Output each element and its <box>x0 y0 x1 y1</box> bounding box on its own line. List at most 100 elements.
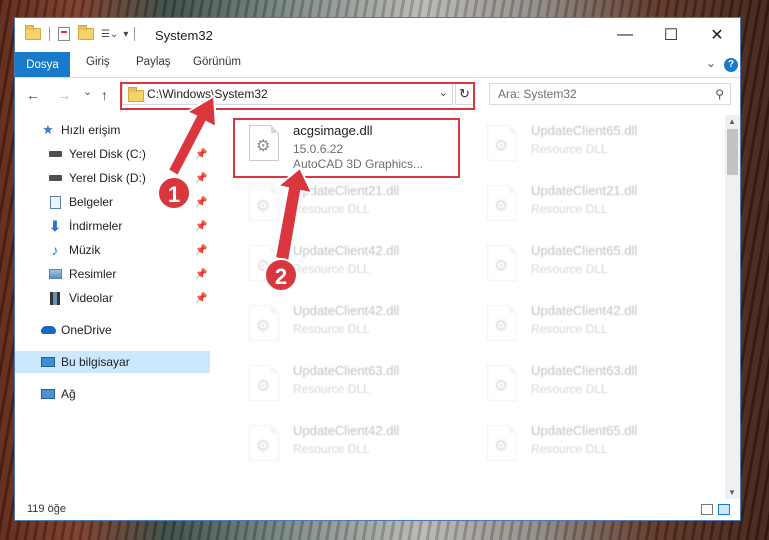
sidebar-item-videos[interactable]: Videolar 📌 <box>15 287 210 309</box>
ribbon-tabs: Dosya Giriş Paylaş Görünüm ⌄ ? <box>15 52 740 78</box>
tab-home[interactable]: Giriş <box>86 56 110 68</box>
gear-icon: ⚙ <box>494 138 509 155</box>
file-description: Resource DLL <box>531 382 608 396</box>
properties-icon[interactable] <box>58 27 70 41</box>
file-item[interactable]: ⚙ UpdateClient42.dll Resource DLL <box>473 297 708 349</box>
large-icons-view-icon[interactable] <box>718 504 730 515</box>
recent-locations-button[interactable]: ⌄ <box>83 85 92 98</box>
file-name: UpdateClient42.dll <box>293 423 400 438</box>
help-icon[interactable]: ? <box>724 58 738 72</box>
item-count: 119 öğe <box>27 503 66 515</box>
file-item[interactable]: ⚙ UpdateClient42.dll Resource DLL <box>235 417 470 469</box>
tab-share[interactable]: Paylaş <box>136 56 171 68</box>
sidebar-item-label: Yerel Disk (C:) <box>69 147 146 161</box>
customize-qa-icon[interactable]: ☰⌄ <box>101 29 118 40</box>
vertical-scrollbar[interactable]: ▲ ▼ <box>725 115 740 499</box>
gear-icon: ⚙ <box>494 258 509 275</box>
toolbar-divider <box>49 27 50 41</box>
sidebar-item-onedrive[interactable]: OneDrive <box>15 319 210 341</box>
documents-icon <box>47 195 63 209</box>
folder-icon <box>25 25 41 40</box>
file-name: UpdateClient21.dll <box>293 183 400 198</box>
sidebar-item-label: Müzik <box>69 243 101 257</box>
navigation-pane: ★ Hızlı erişim Yerel Disk (C:) 📌 Yerel D… <box>15 115 210 495</box>
gear-icon: ⚙ <box>494 198 509 215</box>
back-button[interactable]: ← <box>26 87 40 103</box>
sidebar-item-quick-access[interactable]: ★ Hızlı erişim <box>15 119 210 141</box>
step-1-badge: 1 <box>157 176 191 210</box>
maximize-button[interactable]: ☐ <box>648 18 694 52</box>
file-item[interactable]: ⚙ UpdateClient63.dll Resource DLL <box>473 357 708 409</box>
tab-file[interactable]: Dosya <box>15 52 70 77</box>
dll-file-icon: ⚙ <box>249 185 279 221</box>
minimize-button[interactable]: — <box>602 18 648 52</box>
gear-icon: ⚙ <box>256 318 271 335</box>
file-description: Resource DLL <box>293 442 370 456</box>
sidebar-item-label: İndirmeler <box>69 219 123 233</box>
file-item[interactable]: ⚙ UpdateClient63.dll Resource DLL <box>235 357 470 409</box>
gear-icon: ⚙ <box>256 198 271 215</box>
sidebar-item-this-pc[interactable]: Bu bilgisayar <box>15 351 210 373</box>
chevron-down-icon[interactable]: ⌄ <box>706 56 716 70</box>
star-icon: ★ <box>42 122 54 137</box>
pin-icon: 📌 <box>195 220 208 232</box>
file-name: UpdateClient42.dll <box>531 303 638 318</box>
qa-dropdown-icon[interactable]: ▾ <box>123 29 128 40</box>
scroll-down-icon[interactable]: ▼ <box>728 488 736 497</box>
sidebar-item-label: Hızlı erişim <box>61 123 121 137</box>
up-button[interactable]: ↑ <box>101 87 108 103</box>
file-item[interactable]: ⚙ UpdateClient65.dll Resource DLL <box>473 117 708 169</box>
search-input[interactable]: Ara: System32 ⚲ <box>489 83 731 105</box>
pin-icon: 📌 <box>195 172 208 184</box>
dll-file-icon: ⚙ <box>249 425 279 461</box>
search-icon[interactable]: ⚲ <box>715 87 724 101</box>
gear-icon: ⚙ <box>494 438 509 455</box>
close-button[interactable]: ✕ <box>694 18 740 52</box>
scrollbar-thumb[interactable] <box>727 129 738 175</box>
sidebar-item-label: Resimler <box>69 267 117 281</box>
sidebar-item-disk-c[interactable]: Yerel Disk (C:) 📌 <box>15 143 210 165</box>
explorer-window: ☰⌄ ▾ System32 — ☐ ✕ Dosya Giriş Paylaş G… <box>14 17 741 521</box>
file-name: UpdateClient65.dll <box>531 423 638 438</box>
dll-file-icon: ⚙ <box>249 305 279 341</box>
file-highlight <box>233 118 460 178</box>
file-description: Resource DLL <box>531 442 608 456</box>
file-item[interactable]: ⚙ UpdateClient65.dll Resource DLL <box>473 417 708 469</box>
file-item[interactable]: ⚙ UpdateClient42.dll Resource DLL <box>235 297 470 349</box>
music-icon: ♪ <box>51 242 59 258</box>
file-description: Resource DLL <box>531 142 608 156</box>
scroll-up-icon[interactable]: ▲ <box>728 117 736 126</box>
pin-icon: 📌 <box>195 244 208 256</box>
file-description: Resource DLL <box>531 322 608 336</box>
file-description: Resource DLL <box>293 202 370 216</box>
pin-icon: 📌 <box>195 292 208 304</box>
file-item[interactable]: ⚙ UpdateClient21.dll Resource DLL <box>473 177 708 229</box>
file-item[interactable]: ⚙ UpdateClient21.dll Resource DLL <box>235 177 470 229</box>
file-name: UpdateClient65.dll <box>531 243 638 258</box>
drive-icon <box>47 147 63 161</box>
computer-icon <box>40 355 56 369</box>
status-bar: 119 öğe <box>15 500 740 520</box>
file-description: Resource DLL <box>531 262 608 276</box>
forward-button[interactable]: → <box>57 87 71 103</box>
gear-icon: ⚙ <box>494 318 509 335</box>
window-title: System32 <box>155 28 213 43</box>
download-icon: ⬇ <box>49 217 61 234</box>
gear-icon: ⚙ <box>494 378 509 395</box>
tab-view[interactable]: Görünüm <box>193 56 241 68</box>
sidebar-item-label: Videolar <box>69 291 113 305</box>
sidebar-item-network[interactable]: Ağ <box>15 383 210 405</box>
pin-icon: 📌 <box>195 196 208 208</box>
sidebar-item-label: Yerel Disk (D:) <box>69 171 146 185</box>
gear-icon: ⚙ <box>256 438 271 455</box>
file-item[interactable]: ⚙ UpdateClient65.dll Resource DLL <box>473 237 708 289</box>
new-folder-icon[interactable] <box>78 25 94 40</box>
sidebar-item-pictures[interactable]: Resimler 📌 <box>15 263 210 285</box>
file-name: UpdateClient42.dll <box>293 303 400 318</box>
sidebar-item-music[interactable]: ♪ Müzik 📌 <box>15 239 210 261</box>
sidebar-item-label: Belgeler <box>69 195 114 209</box>
file-name: UpdateClient42.dll <box>293 243 400 258</box>
details-view-icon[interactable] <box>701 504 713 515</box>
sidebar-item-label: Bu bilgisayar <box>61 355 130 369</box>
sidebar-item-downloads[interactable]: ⬇ İndirmeler 📌 <box>15 215 210 237</box>
